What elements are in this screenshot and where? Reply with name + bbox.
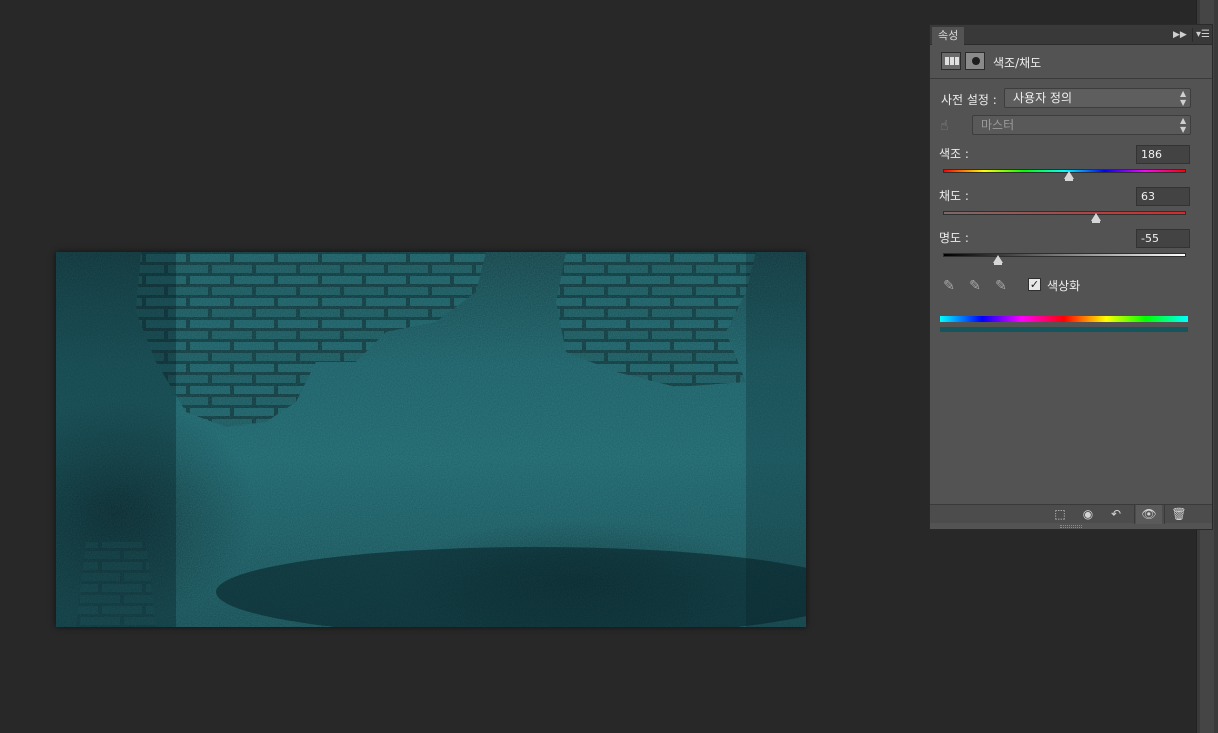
panel-title: 색조/채도 [993, 56, 1042, 70]
panel-resize-grip[interactable] [1060, 525, 1082, 528]
input-hue-bar [940, 316, 1188, 322]
eye-icon[interactable]: 👁 [1136, 505, 1162, 524]
preset-value: 사용자 정의 [1013, 91, 1073, 105]
layer-mask-icon[interactable] [965, 52, 985, 70]
preset-dropdown[interactable]: 사용자 정의 ▲ ▼ [1004, 88, 1191, 108]
footer-divider [1134, 505, 1135, 524]
lightness-slider-handle[interactable] [992, 255, 1003, 265]
hue-input[interactable]: 186 [1136, 145, 1190, 164]
channel-value: 마스터 [981, 118, 1015, 132]
trash-icon[interactable]: 🗑 [1166, 505, 1192, 524]
panel-header: 색조/채도 [930, 46, 1212, 79]
properties-panel: 속성 ▶▶ ▾☰ 색조/채도 사전 설정 : 사용자 정의 ▲ ▼ ☝ 마스터 ▲… [929, 24, 1213, 530]
saturation-slider[interactable] [943, 211, 1186, 215]
eyedropper-icon[interactable]: ✎ [940, 277, 958, 295]
lightness-slider[interactable] [943, 253, 1186, 257]
double-chevron-right-icon[interactable]: ▶▶ [1173, 29, 1187, 41]
reset-icon[interactable]: ↶ [1104, 505, 1128, 524]
panel-tab-bar: 속성 ▶▶ ▾☰ [930, 25, 1212, 45]
view-previous-state-icon[interactable]: ◉ [1076, 505, 1100, 524]
lightness-label: 명도 : [939, 231, 969, 245]
clip-to-layer-icon[interactable]: ⬚ [1048, 505, 1072, 524]
saturation-slider-handle[interactable] [1091, 213, 1102, 223]
panel-footer-toolbar: ⬚ ◉ ↶ 👁 🗑 [930, 504, 1212, 524]
textured-brick-wall-image [56, 252, 806, 627]
eyedropper-subtract-icon[interactable]: ✎ [992, 277, 1010, 295]
hue-slider-handle[interactable] [1063, 171, 1074, 181]
panel-menu-icon[interactable]: ▾☰ [1192, 28, 1210, 42]
hue-label: 색조 : [939, 147, 969, 161]
dropdown-arrows-icon: ▲ ▼ [1180, 89, 1187, 107]
output-hue-bar [940, 327, 1188, 332]
colorize-checkbox[interactable]: ✓ [1028, 278, 1041, 291]
dropdown-arrows-icon: ▲ ▼ [1180, 116, 1187, 134]
eyedropper-add-icon[interactable]: ✎ [966, 277, 984, 295]
hue-saturation-adjustment-icon[interactable] [941, 52, 961, 70]
lightness-input[interactable]: -55 [1136, 229, 1190, 248]
footer-divider [1164, 505, 1165, 524]
preset-label: 사전 설정 : [941, 93, 997, 107]
channel-dropdown[interactable]: 마스터 ▲ ▼ [972, 115, 1191, 135]
saturation-label: 채도 : [939, 189, 969, 203]
tab-properties[interactable]: 속성 [932, 27, 965, 45]
targeted-adjustment-hand-icon[interactable]: ☝ [940, 117, 958, 135]
colorize-label: 색상화 [1047, 279, 1081, 293]
document-canvas-image[interactable] [56, 252, 806, 627]
saturation-input[interactable]: 63 [1136, 187, 1190, 206]
